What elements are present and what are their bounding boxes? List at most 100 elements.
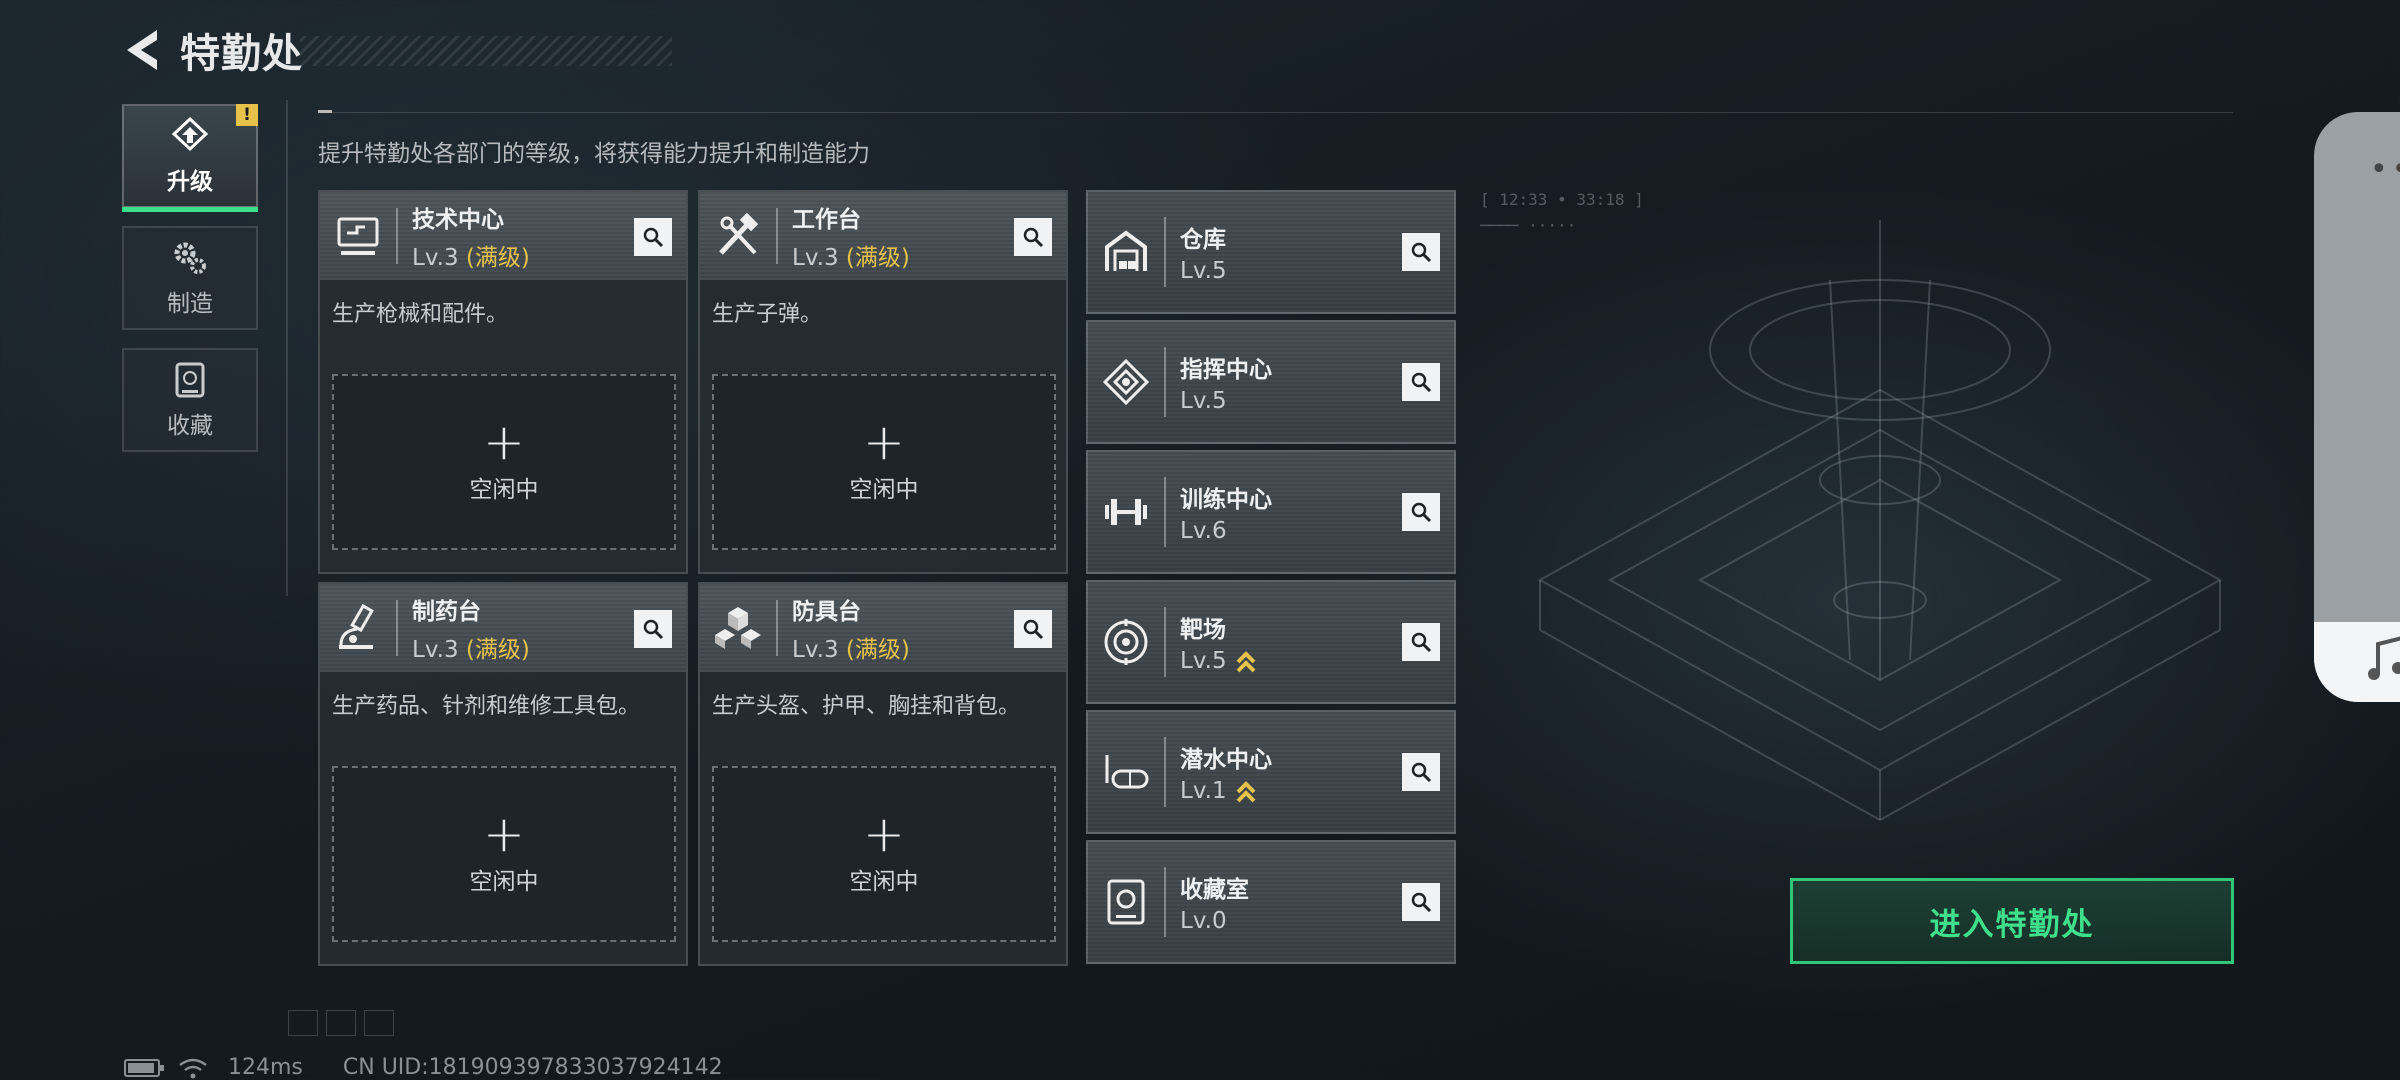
pharmacy-icon	[320, 584, 396, 672]
upgrade-available-icon	[1236, 650, 1256, 672]
ping-text: 124ms	[228, 1055, 303, 1080]
upgrade-available-icon	[1236, 780, 1256, 802]
dept-name: 技术中心	[412, 207, 504, 233]
dept-description: 生产头盔、护甲、胸挂和背包。	[712, 694, 1021, 719]
search-icon	[1411, 242, 1432, 263]
plus-icon: +	[863, 805, 905, 863]
diving-center-icon	[1088, 712, 1164, 832]
max-level-tag: (满级)	[465, 245, 530, 271]
wifi-icon	[179, 1058, 207, 1078]
facility-warehouse[interactable]: 仓库 Lv.5	[1086, 190, 1456, 314]
music-note-icon[interactable]	[2366, 634, 2400, 684]
inspect-button[interactable]	[1402, 623, 1440, 661]
inspect-button[interactable]	[1014, 218, 1052, 256]
production-slot[interactable]: + 空闲中	[712, 374, 1056, 550]
uid-text: CN UID:181909397833037924142	[342, 1055, 723, 1080]
dept-name: 防具台	[792, 599, 861, 625]
search-icon	[643, 227, 664, 248]
title-decoration	[300, 36, 672, 66]
dept-header[interactable]: 制药台 Lv.3 (满级)	[320, 584, 686, 672]
facility-level: Lv.6	[1180, 518, 1227, 544]
base-wireframe-illustration	[1537, 220, 2223, 822]
facility-level: Lv.5	[1180, 648, 1257, 674]
search-icon	[1411, 762, 1432, 783]
tab-collection[interactable]: 收藏	[122, 348, 258, 452]
search-icon	[1023, 619, 1044, 640]
slot-status: 空闲中	[849, 477, 919, 503]
collection-icon	[175, 362, 205, 398]
facility-shooting-range[interactable]: 靶场 Lv.5	[1086, 580, 1456, 704]
facility-command-center[interactable]: 指挥中心 Lv.5	[1086, 320, 1456, 444]
facility-level: Lv.5	[1180, 388, 1227, 414]
search-icon	[1411, 502, 1432, 523]
divider-mark	[318, 110, 332, 113]
inspect-button[interactable]	[634, 610, 672, 648]
header: 特勤处	[120, 22, 672, 78]
facility-diving-center[interactable]: 潜水中心 Lv.1	[1086, 710, 1456, 834]
dept-level: Lv.3 (满级)	[792, 245, 910, 271]
tab-manufacture[interactable]: 制造	[122, 226, 258, 330]
facility-level: Lv.0	[1180, 908, 1227, 934]
battery-icon	[124, 1058, 164, 1077]
alert-badge: !	[236, 104, 258, 126]
search-icon	[1411, 632, 1432, 653]
dept-header[interactable]: 工作台 Lv.3 (满级)	[700, 192, 1066, 280]
production-slot[interactable]: + 空闲中	[712, 766, 1056, 942]
facility-training-center[interactable]: 训练中心 Lv.6	[1086, 450, 1456, 574]
floating-side-panel[interactable]: ••	[2314, 112, 2400, 702]
facility-level: Lv.5	[1180, 258, 1227, 284]
facility-collection-room[interactable]: 收藏室 Lv.0	[1086, 840, 1456, 964]
warehouse-icon	[1088, 192, 1164, 312]
max-level-tag: (满级)	[845, 637, 910, 663]
production-slot[interactable]: + 空闲中	[332, 766, 676, 942]
max-level-tag: (满级)	[465, 637, 530, 663]
tech-center-icon	[320, 192, 396, 280]
dept-header[interactable]: 技术中心 Lv.3 (满级)	[320, 192, 686, 280]
enter-button-label: 进入特勤处	[1929, 906, 2095, 943]
facility-name: 训练中心	[1180, 487, 1272, 513]
dept-description: 生产枪械和配件。	[332, 302, 509, 327]
dept-level: Lv.3 (满级)	[792, 637, 910, 663]
facility-name: 潜水中心	[1180, 747, 1272, 773]
facility-level: Lv.1	[1180, 778, 1272, 804]
enter-special-ops-button[interactable]: 进入特勤处	[1790, 878, 2234, 964]
dept-header[interactable]: 防具台 Lv.3 (满级)	[700, 584, 1066, 672]
dept-description: 生产子弹。	[712, 302, 823, 327]
facility-name: 仓库	[1180, 227, 1226, 253]
back-arrow-icon	[127, 30, 157, 70]
search-icon	[1411, 372, 1432, 393]
plus-icon: +	[483, 805, 525, 863]
inspect-button[interactable]	[1402, 883, 1440, 921]
training-center-icon	[1088, 452, 1164, 572]
collection-room-icon	[1088, 842, 1164, 962]
dept-description: 生产药品、针剂和维修工具包。	[332, 694, 641, 719]
inspect-button[interactable]	[1014, 610, 1052, 648]
tab-upgrade-label: 升级	[167, 169, 213, 195]
page-title: 特勤处	[180, 31, 303, 77]
facility-name: 收藏室	[1180, 877, 1249, 903]
inspect-button[interactable]	[1402, 753, 1440, 791]
workbench-icon	[700, 192, 776, 280]
plus-icon: +	[483, 413, 525, 471]
inspect-button[interactable]	[1402, 493, 1440, 531]
status-bar: 124ms CN UID:181909397833037924142	[124, 1055, 723, 1080]
dept-card-tech-center: 技术中心 Lv.3 (满级) 生产枪械和配件。 + 空闲中	[318, 190, 688, 574]
gears-icon	[174, 242, 206, 274]
production-slot[interactable]: + 空闲中	[332, 374, 676, 550]
inspect-button[interactable]	[1402, 363, 1440, 401]
slot-status: 空闲中	[469, 869, 539, 895]
dept-card-armor-bench: 防具台 Lv.3 (满级) 生产头盔、护甲、胸挂和背包。 + 空闲中	[698, 582, 1068, 966]
tab-upgrade[interactable]: ! 升级	[122, 104, 258, 212]
back-button[interactable]	[120, 22, 166, 78]
slot-status: 空闲中	[849, 869, 919, 895]
command-center-icon	[1088, 322, 1164, 442]
more-icon[interactable]: ••	[2370, 152, 2400, 187]
max-level-tag: (满级)	[845, 245, 910, 271]
inspect-button[interactable]	[1402, 233, 1440, 271]
armor-bench-icon	[700, 584, 776, 672]
slot-status: 空闲中	[469, 477, 539, 503]
divider	[318, 112, 2233, 113]
inspect-button[interactable]	[634, 218, 672, 256]
dept-name: 工作台	[792, 207, 861, 233]
page-subtitle: 提升特勤处各部门的等级，将获得能力提升和制造能力	[318, 141, 870, 167]
